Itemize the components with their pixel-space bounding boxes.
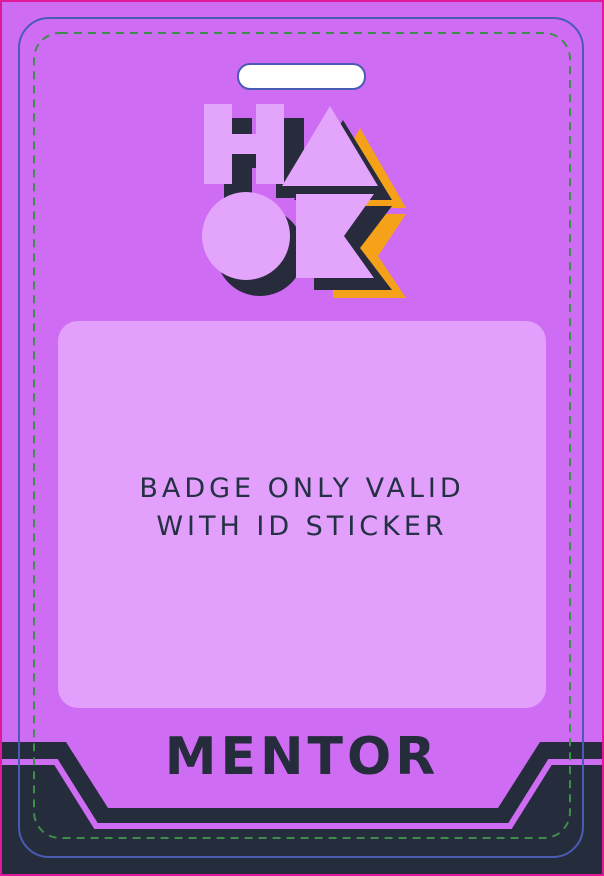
notice-line-2: WITH ID STICKER: [156, 511, 448, 542]
badge: BADGE ONLY VALID WITH ID STICKER MENTOR: [0, 0, 604, 876]
role-label: MENTOR: [164, 727, 440, 787]
notice-text: BADGE ONLY VALID WITH ID STICKER: [58, 470, 546, 546]
lanyard-slot-icon: [237, 63, 366, 90]
notice-line-1: BADGE ONLY VALID: [139, 473, 465, 504]
